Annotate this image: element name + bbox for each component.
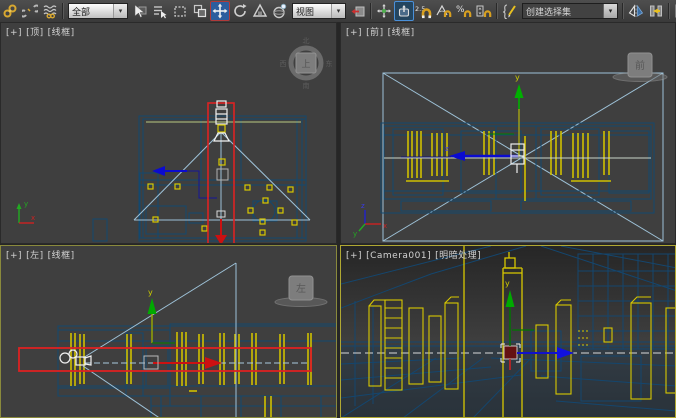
- percent-snap-toggle-icon[interactable]: %: [454, 1, 474, 21]
- svg-text:y: y: [515, 73, 520, 82]
- gizmo-y-axis[interactable]: y: [148, 288, 176, 343]
- viewport-view-button[interactable]: [Camera001]: [366, 251, 431, 261]
- unlink-selection-icon[interactable]: [20, 1, 40, 21]
- bind-to-space-warp-icon[interactable]: [40, 1, 60, 21]
- viewport-top-label: [+] [顶] [线框]: [6, 25, 79, 38]
- viewcube[interactable]: 前: [613, 53, 667, 82]
- select-and-scale-icon[interactable]: [250, 1, 270, 21]
- viewport-shading-button[interactable]: [线框]: [48, 251, 75, 261]
- viewport-front-label: [+] [前] [线框]: [346, 25, 419, 38]
- select-and-place-icon[interactable]: [270, 1, 290, 21]
- rectangular-selection-region-icon[interactable]: [170, 1, 190, 21]
- viewport-camera-label: [+] [Camera001] [明暗处理]: [346, 248, 485, 261]
- align-icon[interactable]: [646, 1, 666, 21]
- snaps-toggle-icon[interactable]: 2.5: [414, 1, 434, 21]
- viewport-menu-button[interactable]: [+]: [6, 28, 22, 38]
- chevron-down-icon: ▾: [331, 4, 345, 18]
- svg-text:z: z: [361, 202, 365, 210]
- selection-filter-value: 全部: [69, 5, 113, 18]
- viewcube-left-face: 左: [296, 282, 306, 295]
- spinner-snap-toggle-icon[interactable]: [474, 1, 494, 21]
- front-view-scene: z y z x y: [341, 23, 676, 244]
- chevron-down-icon: ▾: [603, 4, 617, 18]
- compass-west: 西: [280, 60, 287, 68]
- select-and-manipulate-icon[interactable]: [374, 1, 394, 21]
- viewport-menu-button[interactable]: [+]: [346, 28, 362, 38]
- reference-coordinate-value: 视图: [293, 5, 331, 18]
- left-view-scene: y 左: [1, 246, 337, 418]
- named-selection-sets-dropdown[interactable]: 创建选择集 ▾: [522, 3, 618, 19]
- svg-text:y: y: [353, 230, 357, 238]
- svg-text:x: x: [383, 222, 387, 230]
- reference-coordinate-dropdown[interactable]: 视图 ▾: [292, 3, 346, 19]
- viewport-view-button[interactable]: [左]: [26, 251, 44, 261]
- layer-explorer-icon[interactable]: [672, 1, 676, 21]
- toolbar-separator: [668, 3, 670, 19]
- viewport-shading-button[interactable]: [线框]: [388, 28, 415, 38]
- top-view-scene: y x 上 北 东 南 西: [1, 23, 337, 244]
- viewport-view-button[interactable]: [顶]: [26, 28, 44, 38]
- viewport-front[interactable]: [+] [前] [线框]: [340, 22, 676, 244]
- toolbar-separator: [370, 3, 372, 19]
- keyboard-shortcut-override-button[interactable]: [394, 1, 414, 21]
- viewport-left[interactable]: [+] [左] [线框]: [0, 245, 337, 418]
- chevron-down-icon: ▾: [113, 4, 127, 18]
- svg-text:y: y: [24, 200, 28, 208]
- viewport-shading-button[interactable]: [线框]: [48, 28, 75, 38]
- gizmo-z-axis[interactable]: z: [401, 145, 518, 161]
- world-axis-tripod: z x y: [353, 202, 387, 238]
- compass-north: 北: [303, 37, 310, 45]
- gizmo-box[interactable]: [217, 169, 228, 180]
- named-selection-sets-value: 创建选择集: [523, 5, 603, 18]
- svg-text:y: y: [148, 288, 153, 297]
- angle-snap-toggle-icon[interactable]: [434, 1, 454, 21]
- compass-east: 东: [326, 59, 333, 68]
- use-pivot-point-center-icon[interactable]: [348, 1, 368, 21]
- toolbar-separator: [622, 3, 624, 19]
- svg-text:%: %: [456, 5, 465, 15]
- camera-view-scene: y: [341, 246, 676, 418]
- 3dsmax-window: 全部 ▾: [0, 0, 676, 418]
- viewcube[interactable]: 左: [275, 276, 327, 307]
- window-crossing-toggle-icon[interactable]: [190, 1, 210, 21]
- svg-text:z: z: [445, 145, 449, 153]
- gizmo-x-axis[interactable]: [153, 357, 222, 369]
- viewcube-front-face: 前: [635, 59, 645, 72]
- select-by-name-icon[interactable]: [150, 1, 170, 21]
- viewport-view-button[interactable]: [前]: [366, 28, 384, 38]
- select-object-icon[interactable]: [130, 1, 150, 21]
- viewport-camera[interactable]: [+] [Camera001] [明暗处理]: [340, 245, 676, 418]
- viewport-axis-tripod: y x: [17, 200, 36, 223]
- selection-filter-dropdown[interactable]: 全部 ▾: [68, 3, 128, 19]
- selected-panels: [71, 332, 311, 417]
- viewport-left-label: [+] [左] [线框]: [6, 248, 79, 261]
- mirror-icon[interactable]: [626, 1, 646, 21]
- viewport-menu-button[interactable]: [+]: [6, 251, 22, 261]
- svg-text:x: x: [31, 214, 35, 222]
- select-and-move-button[interactable]: [210, 1, 230, 21]
- compass-south: 南: [303, 81, 310, 90]
- select-and-link-icon[interactable]: [0, 1, 20, 21]
- viewcube-top-face: 上: [301, 59, 310, 70]
- viewport-top[interactable]: [+] [顶] [线框]: [0, 22, 337, 244]
- gizmo-y-axis[interactable]: y: [505, 279, 515, 346]
- toolbar-separator: [496, 3, 498, 19]
- select-and-rotate-icon[interactable]: [230, 1, 250, 21]
- main-toolbar: 全部 ▾: [0, 0, 676, 23]
- selection-region-rect: [19, 348, 311, 371]
- toolbar-separator: [62, 3, 64, 19]
- viewport-menu-button[interactable]: [+]: [346, 251, 362, 261]
- svg-text:y: y: [505, 279, 510, 288]
- edit-named-selection-sets-icon[interactable]: [500, 1, 520, 21]
- viewport-shading-button[interactable]: [明暗处理]: [435, 251, 481, 261]
- viewcube[interactable]: 上 北 东 南 西: [280, 37, 333, 90]
